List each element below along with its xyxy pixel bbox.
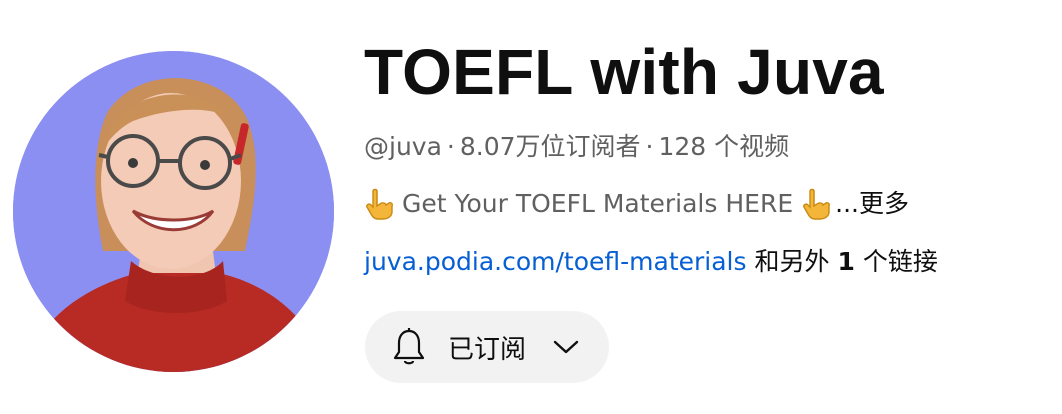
extra-links-suffix[interactable]: 个链接 [863,247,938,276]
description-text: Get Your TOEFL Materials HERE [402,189,794,218]
channel-info: TOEFL with Juva @juva · 8.07万位订阅者 · 128 个视频 … [364,34,1054,280]
subscribe-button-label: 已订阅 [448,334,527,365]
pointing-down-hand-icon [366,188,393,220]
avatar-portrait [13,51,334,372]
channel-description[interactable]: Get Your TOEFL Materials HERE ...更多 [364,186,1054,222]
more-link[interactable]: ...更多 [835,186,909,222]
meta-separator: · [446,132,455,161]
channel-links: juva.podia.com/toefl-materials 和另外 1 个链接 [364,244,1054,280]
subscriber-count: 8.07万位订阅者 [459,132,641,161]
chevron-down-icon [553,340,579,354]
video-count: 128 个视频 [658,132,790,161]
channel-meta: @juva · 8.07万位订阅者 · 128 个视频 [364,130,1054,164]
channel-title: TOEFL with Juva [364,36,884,108]
primary-link[interactable]: juva.podia.com/toefl-materials [364,247,747,276]
pointing-down-hand-icon [803,188,831,220]
channel-avatar[interactable] [13,51,334,372]
extra-links-prefix[interactable]: 和另外 [755,247,830,276]
subscribed-button[interactable]: 已订阅 [365,311,609,383]
channel-handle: @juva [364,132,442,161]
extra-links-count[interactable]: 1 [837,247,854,276]
meta-separator: · [645,132,654,161]
bell-icon [393,328,425,365]
